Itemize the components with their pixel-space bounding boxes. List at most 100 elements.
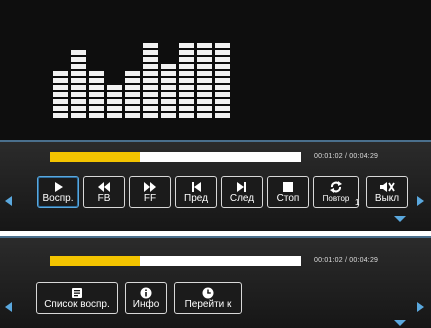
fast-backward-label: FB bbox=[97, 193, 111, 204]
equalizer-block bbox=[143, 71, 158, 76]
equalizer-block bbox=[107, 113, 122, 118]
equalizer-block bbox=[143, 50, 158, 55]
equalizer-block bbox=[89, 113, 104, 118]
equalizer-bar bbox=[89, 71, 104, 120]
equalizer-block bbox=[125, 113, 140, 118]
progress-bar[interactable] bbox=[50, 256, 301, 266]
equalizer-bar bbox=[215, 43, 230, 120]
equalizer-block bbox=[161, 106, 176, 111]
next-track-label: След bbox=[229, 193, 255, 204]
equalizer-block bbox=[107, 99, 122, 104]
scroll-right-arrow-icon[interactable] bbox=[417, 196, 424, 206]
equalizer-block bbox=[89, 85, 104, 90]
equalizer-block bbox=[53, 113, 68, 118]
next-track-icon bbox=[222, 180, 262, 192]
equalizer-bar bbox=[125, 71, 140, 120]
equalizer-block bbox=[179, 57, 194, 62]
equalizer-block bbox=[179, 64, 194, 69]
equalizer-bar bbox=[143, 43, 158, 120]
control-panel: 00:01:02 / 00:04:29 Воспр. FB FF Пред Сл… bbox=[0, 140, 431, 231]
fast-forward-button[interactable]: FF bbox=[129, 176, 171, 208]
equalizer-block bbox=[71, 50, 86, 55]
equalizer-block bbox=[71, 57, 86, 62]
equalizer-block bbox=[179, 43, 194, 48]
equalizer-bar bbox=[197, 43, 212, 120]
equalizer-block bbox=[179, 50, 194, 55]
equalizer-block bbox=[197, 50, 212, 55]
previous-track-icon bbox=[176, 180, 216, 192]
equalizer-block bbox=[215, 85, 230, 90]
mute-button[interactable]: Выкл bbox=[366, 176, 408, 208]
scroll-left-arrow-icon[interactable] bbox=[5, 196, 12, 206]
equalizer-block bbox=[161, 71, 176, 76]
equalizer-block bbox=[125, 71, 140, 76]
playlist-label: Список воспр. bbox=[44, 299, 110, 310]
previous-track-button[interactable]: Пред bbox=[175, 176, 217, 208]
equalizer-block bbox=[197, 71, 212, 76]
equalizer-block bbox=[71, 99, 86, 104]
info-icon bbox=[126, 286, 166, 299]
equalizer-block bbox=[125, 99, 140, 104]
equalizer-block bbox=[161, 92, 176, 97]
equalizer-block bbox=[107, 106, 122, 111]
equalizer-block bbox=[89, 92, 104, 97]
scroll-left-arrow-icon[interactable] bbox=[5, 302, 12, 312]
equalizer-block bbox=[161, 78, 176, 83]
equalizer-block bbox=[197, 78, 212, 83]
fast-forward-icon bbox=[130, 180, 170, 192]
goto-button[interactable]: Перейти к bbox=[174, 282, 242, 314]
repeat-button[interactable]: Повтор bbox=[313, 176, 359, 208]
repeat-count: 1 bbox=[355, 198, 360, 207]
expand-down-arrow-icon[interactable] bbox=[394, 320, 406, 326]
equalizer-block bbox=[107, 85, 122, 90]
equalizer-block bbox=[143, 64, 158, 69]
equalizer-block bbox=[161, 85, 176, 90]
equalizer-block bbox=[53, 106, 68, 111]
progress-bar[interactable] bbox=[50, 152, 301, 162]
equalizer-block bbox=[143, 106, 158, 111]
equalizer-block bbox=[179, 71, 194, 76]
equalizer-block bbox=[215, 71, 230, 76]
play-icon bbox=[38, 180, 78, 192]
info-button[interactable]: Инфо bbox=[125, 282, 167, 314]
equalizer-block bbox=[143, 43, 158, 48]
equalizer-block bbox=[125, 106, 140, 111]
time-display: 00:01:02 / 00:04:29 bbox=[314, 257, 379, 264]
goto-label: Перейти к bbox=[184, 299, 232, 310]
equalizer-block bbox=[143, 99, 158, 104]
scroll-right-arrow-icon[interactable] bbox=[417, 302, 424, 312]
expand-down-arrow-icon[interactable] bbox=[394, 216, 406, 222]
equalizer-block bbox=[215, 64, 230, 69]
stop-button[interactable]: Стоп bbox=[267, 176, 309, 208]
equalizer-block bbox=[53, 71, 68, 76]
equalizer-block bbox=[179, 113, 194, 118]
play-label: Воспр. bbox=[42, 193, 74, 204]
equalizer-block bbox=[197, 106, 212, 111]
equalizer-block bbox=[179, 92, 194, 97]
fast-backward-icon bbox=[84, 180, 124, 192]
equalizer-block bbox=[143, 85, 158, 90]
equalizer-bar bbox=[161, 64, 176, 120]
progress-fill bbox=[50, 256, 141, 266]
equalizer-bar bbox=[107, 85, 122, 120]
equalizer-block bbox=[71, 113, 86, 118]
equalizer-block bbox=[71, 85, 86, 90]
equalizer-block bbox=[89, 99, 104, 104]
equalizer-block bbox=[197, 99, 212, 104]
fast-forward-label: FF bbox=[143, 193, 157, 204]
fast-backward-button[interactable]: FB bbox=[83, 176, 125, 208]
equalizer-block bbox=[89, 78, 104, 83]
mute-label: Выкл bbox=[374, 193, 400, 204]
equalizer-block bbox=[71, 64, 86, 69]
playlist-button[interactable]: Список воспр. bbox=[36, 282, 118, 314]
equalizer-block bbox=[53, 85, 68, 90]
equalizer-block bbox=[71, 92, 86, 97]
equalizer-block bbox=[197, 92, 212, 97]
equalizer-block bbox=[215, 50, 230, 55]
next-track-button[interactable]: След bbox=[221, 176, 263, 208]
repeat-icon bbox=[314, 180, 358, 193]
equalizer-block bbox=[197, 113, 212, 118]
equalizer-block bbox=[143, 92, 158, 97]
equalizer-block bbox=[179, 85, 194, 90]
play-button[interactable]: Воспр. bbox=[37, 176, 79, 208]
